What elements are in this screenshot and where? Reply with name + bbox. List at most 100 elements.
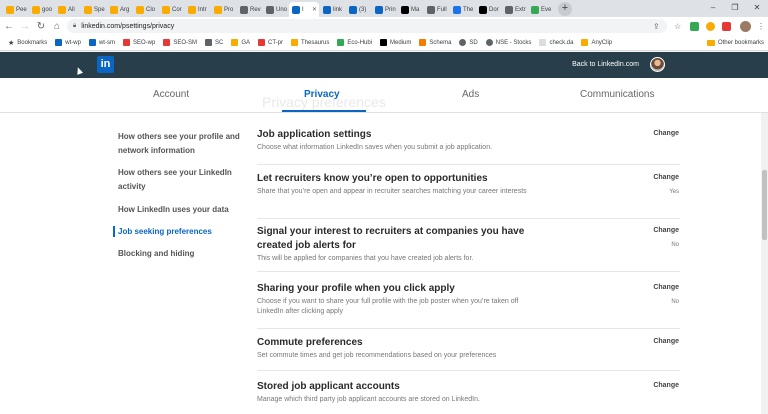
change-link[interactable]: Change bbox=[653, 338, 679, 345]
new-tab-button[interactable]: + bbox=[558, 2, 572, 16]
browser-tab[interactable]: The bbox=[450, 2, 475, 17]
setting-row[interactable]: Signal your interest to recruiters at co… bbox=[257, 225, 680, 272]
browser-tab[interactable]: Dor bbox=[476, 2, 501, 17]
sidebar-item-profile-network[interactable]: How others see your profile and network … bbox=[118, 130, 248, 158]
tab-privacy[interactable]: Privacy bbox=[304, 89, 340, 100]
extension-icon[interactable] bbox=[706, 19, 715, 33]
bookmark-item[interactable]: Schema bbox=[419, 39, 451, 46]
maximize-button[interactable]: ❐ bbox=[724, 1, 746, 14]
tab-label: Cor bbox=[172, 6, 182, 13]
tab-favicon-icon bbox=[58, 5, 66, 14]
sidebar-item-data-usage[interactable]: How LinkedIn uses your data bbox=[118, 203, 248, 217]
tab-favicon-icon bbox=[531, 5, 539, 14]
change-link[interactable]: Change bbox=[653, 174, 679, 181]
browser-tab[interactable]: Clo bbox=[133, 2, 158, 17]
url-input[interactable]: 🔒︎ linkedin.com/psettings/privacy bbox=[67, 19, 667, 33]
browser-tab[interactable]: Prin bbox=[372, 2, 397, 17]
setting-row[interactable]: Let recruiters know you’re open to oppor… bbox=[257, 172, 680, 219]
browser-tab[interactable]: Pro bbox=[211, 2, 236, 17]
browser-tab[interactable]: Pee bbox=[3, 2, 28, 17]
minimize-button[interactable]: – bbox=[702, 1, 724, 14]
browser-tab[interactable]: Cor bbox=[159, 2, 184, 17]
bookmark-item[interactable]: CT-pr bbox=[258, 39, 283, 46]
bookmark-label: Bookmarks bbox=[17, 39, 48, 46]
tab-favicon-icon bbox=[505, 5, 513, 14]
bookmark-item[interactable]: SEO-SM bbox=[163, 39, 197, 46]
scrollbar-thumb[interactable] bbox=[762, 170, 767, 240]
browser-tab[interactable]: Ma bbox=[398, 2, 423, 17]
browser-tab[interactable]: (3) bbox=[346, 2, 371, 17]
sidebar-item-job-seeking[interactable]: Job seeking preferences bbox=[118, 225, 248, 239]
forward-arrow-icon[interactable]: → bbox=[18, 21, 32, 32]
bookmark-item[interactable]: Medium bbox=[380, 39, 411, 46]
sidebar-item-blocking-hiding[interactable]: Blocking and hiding bbox=[118, 247, 248, 261]
back-arrow-icon[interactable]: ← bbox=[2, 21, 16, 32]
bookmark-item[interactable]: Thesaurus bbox=[291, 39, 329, 46]
bookmark-item[interactable]: check.da bbox=[539, 39, 573, 46]
reload-icon[interactable]: ↻ bbox=[34, 21, 48, 32]
setting-row[interactable]: Job application settings Choose what inf… bbox=[257, 128, 680, 165]
bookmark-item[interactable]: wt-sm bbox=[88, 39, 115, 46]
browser-tab[interactable]: Full bbox=[424, 2, 449, 17]
browser-tab[interactable]: Spe bbox=[81, 2, 106, 17]
bookmark-label: NSE - Stocks bbox=[495, 39, 532, 46]
avatar[interactable] bbox=[650, 57, 665, 72]
setting-title: Commute preferences bbox=[257, 337, 363, 348]
browser-tab[interactable]: All bbox=[55, 2, 80, 17]
browser-tab[interactable]: Uno bbox=[263, 2, 288, 17]
setting-description: Choose if you want to share your full pr… bbox=[257, 298, 519, 315]
browser-tab-active[interactable]: I ✕ bbox=[289, 2, 319, 17]
close-window-button[interactable]: ✕ bbox=[746, 1, 768, 14]
bookmark-item[interactable]: Eco-Hubi bbox=[337, 39, 372, 46]
back-to-linkedin-link[interactable]: Back to LinkedIn.com bbox=[572, 61, 639, 68]
lock-icon[interactable]: 🔒︎ bbox=[73, 23, 76, 30]
bookmark-star-icon[interactable]: ☆ bbox=[674, 19, 681, 33]
tab-account[interactable]: Account bbox=[153, 89, 189, 100]
tab-communications[interactable]: Communications bbox=[580, 89, 654, 100]
change-link[interactable]: Change bbox=[653, 227, 679, 234]
change-link[interactable]: Change bbox=[653, 382, 679, 389]
page-scrollbar[interactable] bbox=[761, 113, 768, 414]
tab-label: Ma bbox=[411, 6, 420, 13]
browser-tab[interactable]: Eve bbox=[528, 2, 553, 17]
setting-row[interactable]: Stored job applicant accounts Manage whi… bbox=[257, 380, 680, 414]
bookmark-item[interactable]: AnyClip bbox=[581, 39, 612, 46]
tab-label: Clo bbox=[146, 6, 156, 13]
setting-description: This will be applied for companies that … bbox=[257, 255, 474, 262]
extension-icon[interactable] bbox=[722, 19, 731, 33]
tab-label: Pee bbox=[16, 6, 27, 13]
browser-tab[interactable]: Rev bbox=[237, 2, 262, 17]
home-icon[interactable]: ⌂ bbox=[50, 21, 64, 32]
browser-tab[interactable]: link bbox=[320, 2, 345, 17]
share-icon[interactable]: ⇪ bbox=[653, 19, 660, 33]
tab-favicon-icon bbox=[375, 5, 383, 14]
bookmark-item[interactable]: SC bbox=[204, 39, 223, 46]
tab-label: Dor bbox=[489, 6, 499, 13]
bookmark-item[interactable]: GA bbox=[231, 39, 250, 46]
browser-tab[interactable]: goo bbox=[29, 2, 54, 17]
bookmark-item[interactable]: SEO-wp bbox=[122, 39, 155, 46]
close-tab-icon[interactable]: ✕ bbox=[312, 6, 317, 13]
bookmark-favicon-icon bbox=[581, 39, 589, 46]
bookmark-item[interactable]: wt-wp bbox=[55, 39, 81, 46]
change-link[interactable]: Change bbox=[653, 130, 679, 137]
change-link[interactable]: Change bbox=[653, 284, 679, 291]
extension-icon[interactable] bbox=[690, 19, 699, 33]
browser-tab[interactable]: Extr bbox=[502, 2, 527, 17]
setting-row[interactable]: Commute preferences Set commute times an… bbox=[257, 336, 680, 371]
tab-label: Full bbox=[437, 6, 447, 13]
bookmark-item[interactable]: SD bbox=[459, 39, 478, 46]
tab-ads[interactable]: Ads bbox=[462, 89, 479, 100]
bookmark-favicon-icon bbox=[337, 39, 345, 46]
profile-avatar-icon[interactable] bbox=[740, 19, 751, 33]
bookmark-item[interactable]: ★ Bookmarks bbox=[8, 39, 47, 47]
other-bookmarks[interactable]: Other bookmarks bbox=[702, 35, 764, 50]
linkedin-logo[interactable]: in bbox=[97, 56, 114, 73]
browser-tab[interactable]: Intr bbox=[185, 2, 210, 17]
setting-row[interactable]: Sharing your profile when you click appl… bbox=[257, 282, 680, 329]
bookmark-item[interactable]: NSE - Stocks bbox=[485, 39, 532, 46]
bookmark-favicon-icon bbox=[539, 39, 547, 46]
menu-kebab-icon[interactable]: ⋮ bbox=[757, 19, 765, 33]
sidebar-item-linkedin-activity[interactable]: How others see your LinkedIn activity bbox=[118, 166, 248, 194]
browser-tab[interactable]: Arg bbox=[107, 2, 132, 17]
